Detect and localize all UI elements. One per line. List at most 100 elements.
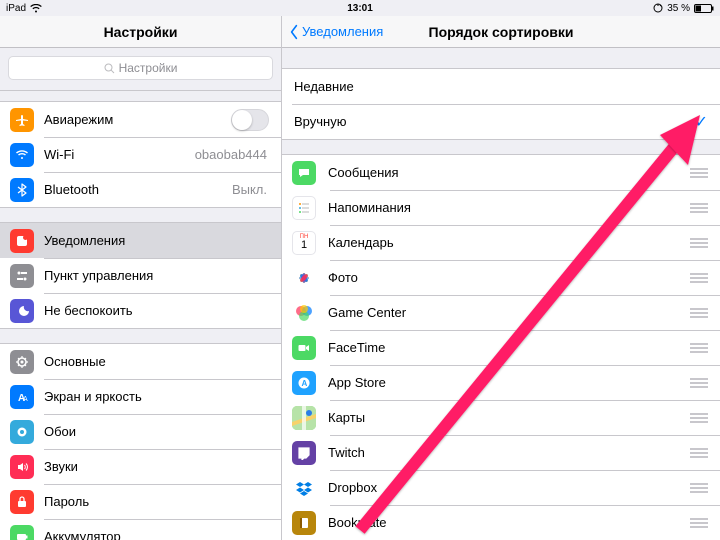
app-label: App Store: [328, 375, 688, 390]
sidebar-item-label: Основные: [44, 354, 269, 369]
app-row-dropbox[interactable]: Dropbox: [282, 470, 720, 505]
app-row-messages[interactable]: Сообщения: [282, 155, 720, 190]
back-label: Уведомления: [302, 24, 383, 39]
battery-settings-icon: [10, 525, 34, 540]
drag-handle-icon[interactable]: [688, 483, 708, 493]
sidebar-item-label: Аккумулятор: [44, 529, 269, 540]
sidebar-item-general[interactable]: Основные: [0, 344, 281, 379]
drag-handle-icon[interactable]: [688, 413, 708, 423]
app-row-photos[interactable]: Фото: [282, 260, 720, 295]
settings-sidebar: Настройки Настройки Авиарежим: [0, 16, 282, 540]
app-row-twitch[interactable]: Twitch: [282, 435, 720, 470]
app-label: Twitch: [328, 445, 688, 460]
bookmate-icon: [292, 511, 316, 535]
app-row-reminders[interactable]: Напоминания: [282, 190, 720, 225]
svg-text:A: A: [302, 379, 308, 388]
app-label: Календарь: [328, 235, 688, 250]
wifi-status-icon: [30, 4, 42, 13]
drag-handle-icon[interactable]: [688, 378, 708, 388]
notifications-icon: [10, 229, 34, 253]
sidebar-item-label: Обои: [44, 424, 269, 439]
search-icon: [104, 63, 115, 74]
sidebar-item-passcode[interactable]: Пароль: [0, 484, 281, 519]
ipad-settings-screen: iPad 13:01 35 % Настройки Настройки: [0, 0, 720, 540]
control-center-icon: [10, 264, 34, 288]
sidebar-item-battery[interactable]: Аккумулятор: [0, 519, 281, 540]
wifi-network-value: obaobab444: [195, 147, 267, 162]
drag-handle-icon[interactable]: [688, 343, 708, 353]
sort-option-manual[interactable]: Вручную ✓: [282, 104, 720, 139]
wallpaper-icon: [10, 420, 34, 444]
sidebar-navbar: Настройки: [0, 16, 281, 48]
sidebar-group-general: Основные AA Экран и яркость Обои Звуки: [0, 343, 281, 540]
drag-handle-icon[interactable]: [688, 518, 708, 528]
sidebar-item-control-center[interactable]: Пункт управления: [0, 258, 281, 293]
sort-options-group: Недавние Вручную ✓: [282, 68, 720, 140]
sidebar-scroll[interactable]: Авиарежим Wi-Fi obaobab444 Bluetooth Вык…: [0, 91, 281, 540]
detail-scroll[interactable]: Недавние Вручную ✓ Сообщения: [282, 48, 720, 540]
app-label: Фото: [328, 270, 688, 285]
app-row-maps[interactable]: Карты: [282, 400, 720, 435]
app-label: Карты: [328, 410, 688, 425]
reminders-icon: [292, 196, 316, 220]
sidebar-item-dnd[interactable]: Не беспокоить: [0, 293, 281, 328]
bluetooth-icon: [10, 178, 34, 202]
battery-icon: [694, 4, 714, 13]
sidebar-item-sounds[interactable]: Звуки: [0, 449, 281, 484]
sidebar-item-label: Уведомления: [44, 233, 269, 248]
dropbox-icon: [292, 476, 316, 500]
photos-icon: [292, 266, 316, 290]
app-row-facetime[interactable]: FaceTime: [282, 330, 720, 365]
apps-reorder-group: Сообщения Напоминания ПН1 Календарь: [282, 154, 720, 540]
sidebar-item-display[interactable]: AA Экран и яркость: [0, 379, 281, 414]
detail-pane: Уведомления Порядок сортировки Недавние …: [282, 16, 720, 540]
orientation-lock-icon: [653, 3, 663, 13]
sidebar-item-label: Bluetooth: [44, 182, 232, 197]
drag-handle-icon[interactable]: [688, 308, 708, 318]
sidebar-item-airplane[interactable]: Авиарежим: [0, 102, 281, 137]
twitch-icon: [292, 441, 316, 465]
sidebar-item-wallpaper[interactable]: Обои: [0, 414, 281, 449]
messages-icon: [292, 161, 316, 185]
app-label: Dropbox: [328, 480, 688, 495]
search-placeholder: Настройки: [119, 61, 178, 75]
appstore-icon: A: [292, 371, 316, 395]
app-row-bookmate[interactable]: Bookmate: [282, 505, 720, 540]
sidebar-item-notifications[interactable]: Уведомления: [0, 223, 281, 258]
sidebar-item-label: Не беспокоить: [44, 303, 269, 318]
dnd-icon: [10, 299, 34, 323]
sort-option-label: Недавние: [294, 79, 708, 94]
display-icon: AA: [10, 385, 34, 409]
app-row-appstore[interactable]: A App Store: [282, 365, 720, 400]
sidebar-title: Настройки: [104, 24, 178, 40]
sidebar-item-label: Пункт управления: [44, 268, 269, 283]
sounds-icon: [10, 455, 34, 479]
sort-option-label: Вручную: [294, 114, 695, 129]
app-row-calendar[interactable]: ПН1 Календарь: [282, 225, 720, 260]
general-icon: [10, 350, 34, 374]
svg-text:A: A: [23, 396, 28, 403]
sidebar-item-label: Авиарежим: [44, 112, 231, 127]
app-row-gamecenter[interactable]: Game Center: [282, 295, 720, 330]
facetime-icon: [292, 336, 316, 360]
search-input[interactable]: Настройки: [8, 56, 273, 80]
sidebar-item-label: Пароль: [44, 494, 269, 509]
sidebar-item-bluetooth[interactable]: Bluetooth Выкл.: [0, 172, 281, 207]
battery-percent-label: 35 %: [667, 3, 690, 14]
drag-handle-icon[interactable]: [688, 203, 708, 213]
status-bar: iPad 13:01 35 %: [0, 0, 720, 16]
drag-handle-icon[interactable]: [688, 448, 708, 458]
sidebar-item-wifi[interactable]: Wi-Fi obaobab444: [0, 137, 281, 172]
drag-handle-icon[interactable]: [688, 273, 708, 283]
drag-handle-icon[interactable]: [688, 168, 708, 178]
drag-handle-icon[interactable]: [688, 238, 708, 248]
gamecenter-icon: [292, 301, 316, 325]
app-label: Game Center: [328, 305, 688, 320]
app-label: Напоминания: [328, 200, 688, 215]
sidebar-item-label: Wi-Fi: [44, 147, 195, 162]
wifi-icon: [10, 143, 34, 167]
back-button[interactable]: Уведомления: [288, 24, 383, 40]
airplane-toggle[interactable]: [231, 109, 269, 131]
sort-option-recent[interactable]: Недавние: [282, 69, 720, 104]
app-label: FaceTime: [328, 340, 688, 355]
